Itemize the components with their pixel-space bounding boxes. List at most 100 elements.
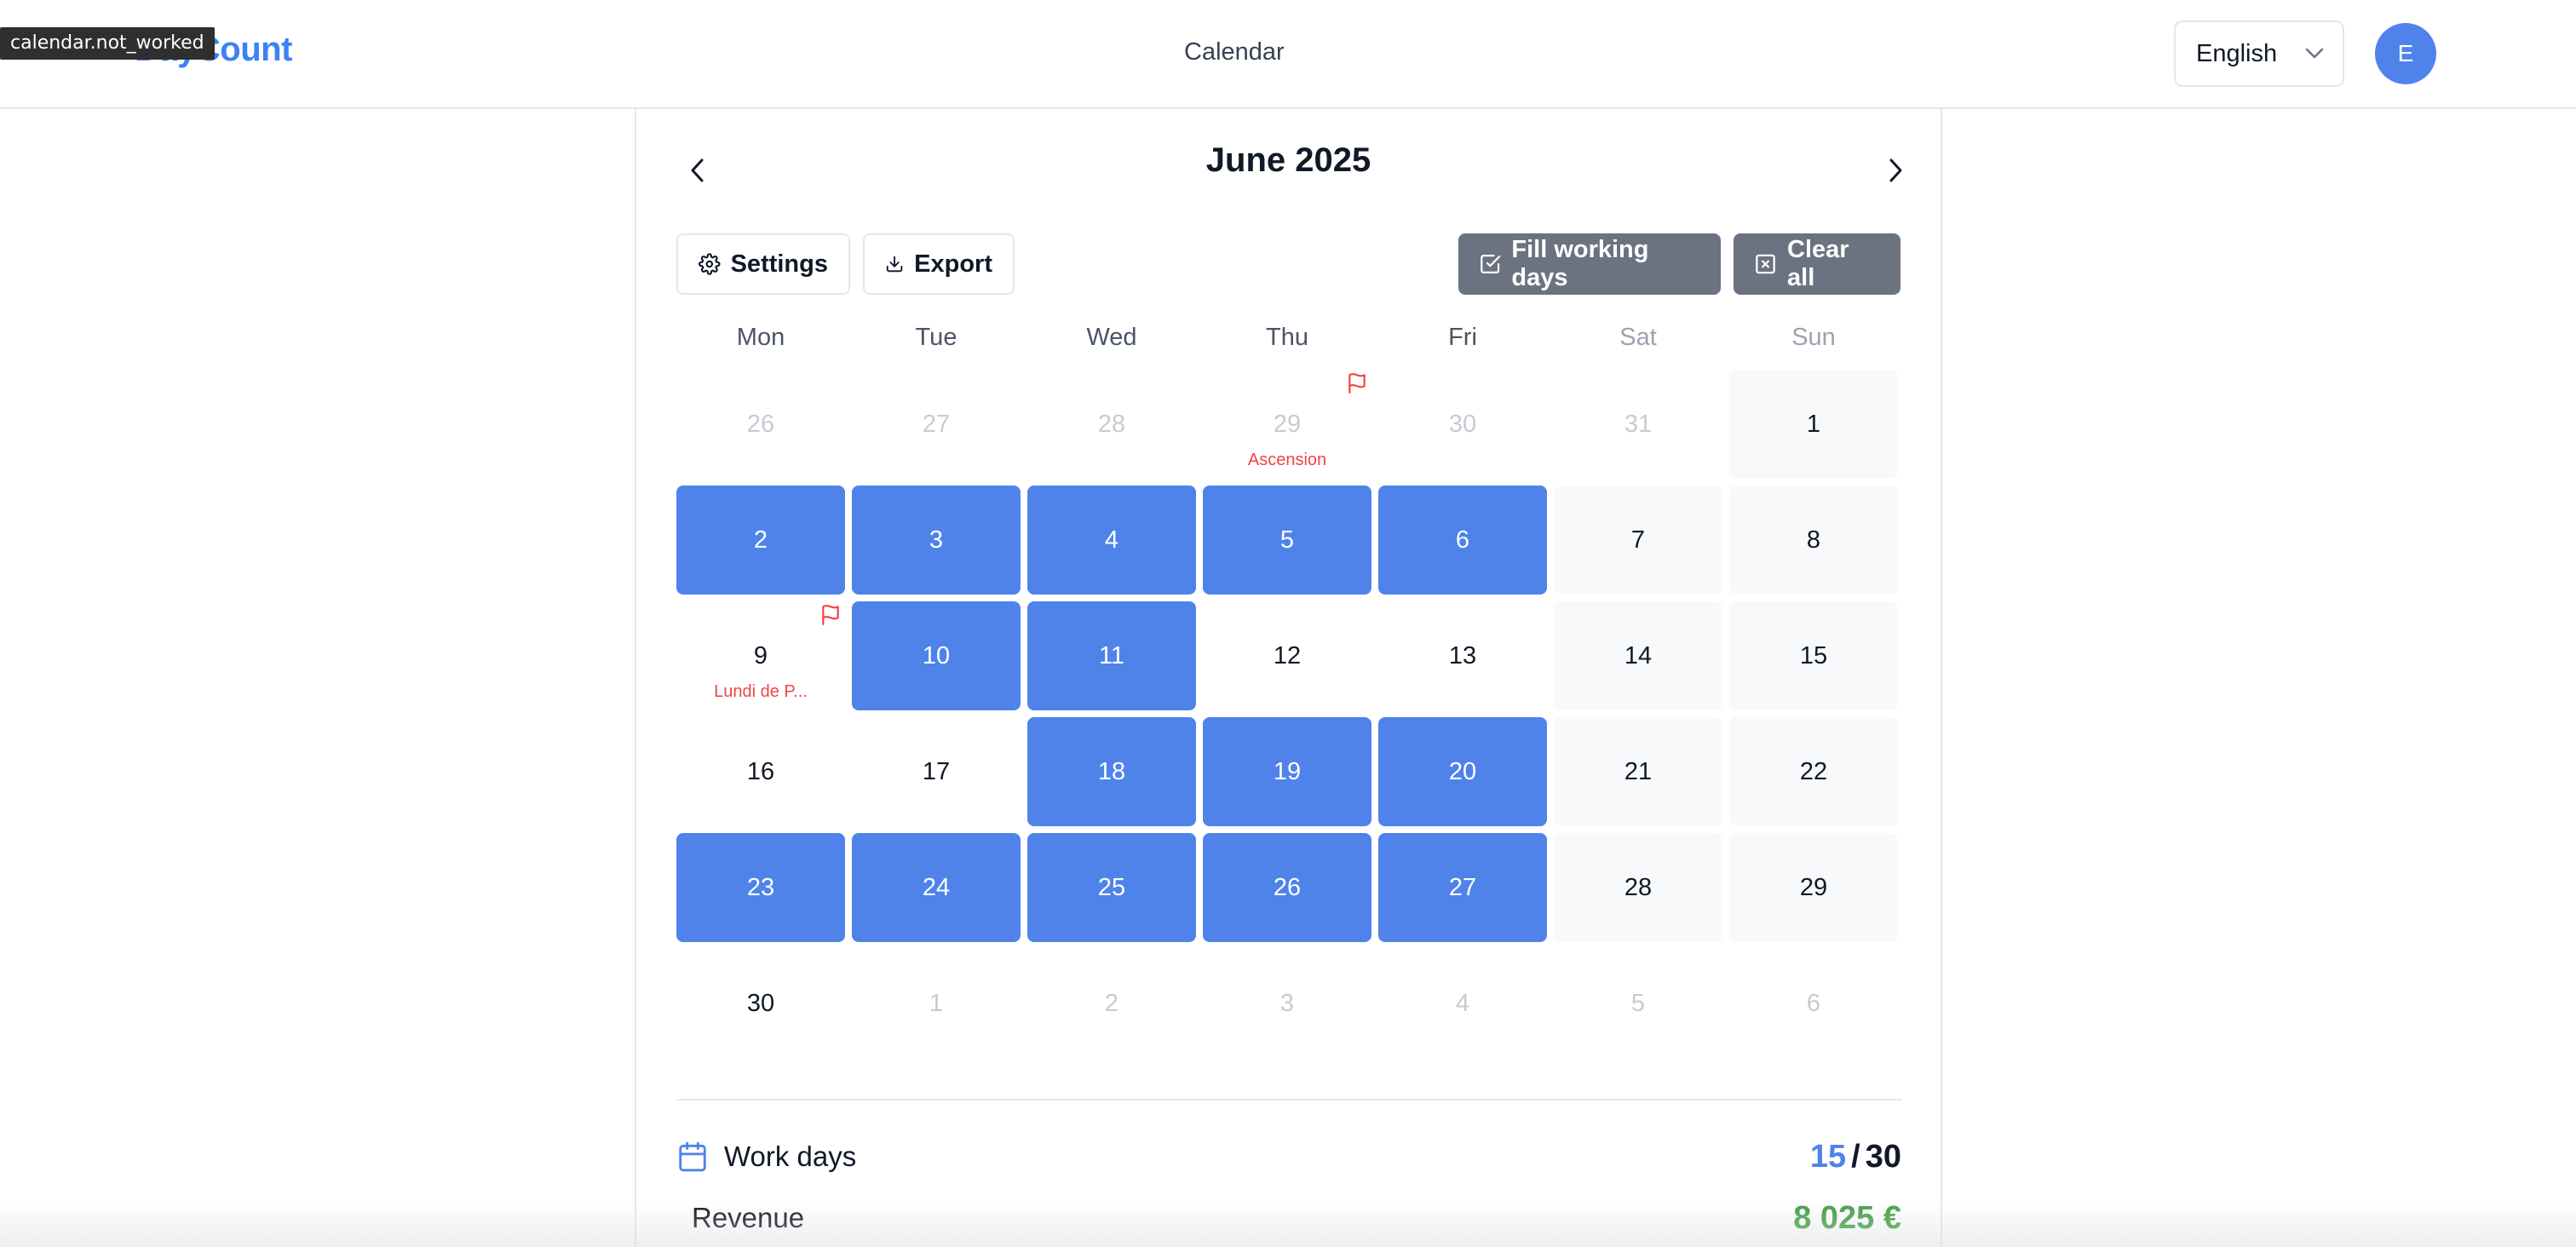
day-cell[interactable]: 6: [1378, 486, 1547, 595]
tooltip: calendar.not_worked: [0, 27, 215, 60]
day-cell[interactable]: 25: [1027, 833, 1196, 942]
day-number: 5: [1630, 989, 1646, 1017]
day-number: 28: [1097, 410, 1126, 438]
day-cell[interactable]: 12: [1203, 601, 1371, 710]
day-number: 18: [1097, 757, 1126, 785]
day-number: 6: [1806, 989, 1821, 1017]
day-cell[interactable]: 9 Lundi de P...: [676, 601, 845, 710]
weekday-header: Sat: [1619, 324, 1657, 351]
day-number: 21: [1624, 757, 1653, 785]
day-cell[interactable]: 27: [1378, 833, 1547, 942]
day-number: 2: [1104, 989, 1119, 1017]
fill-working-days-label: Fill working days: [1511, 236, 1649, 291]
day-cell[interactable]: 30: [1378, 370, 1547, 479]
day-cell[interactable]: 7: [1554, 486, 1722, 595]
weekday-header: Fri: [1448, 324, 1477, 351]
day-number: 28: [1624, 873, 1653, 901]
day-cell[interactable]: 3: [852, 486, 1021, 595]
day-number: 29: [1273, 410, 1302, 438]
day-number: 3: [929, 526, 944, 554]
day-cell[interactable]: 2: [676, 486, 845, 595]
day-cell[interactable]: 10: [852, 601, 1021, 710]
day-cell[interactable]: 6: [1729, 949, 1898, 1058]
day-number: 16: [746, 757, 775, 785]
day-cell[interactable]: 2: [1027, 949, 1196, 1058]
day-cell[interactable]: 15: [1729, 601, 1898, 710]
day-cell[interactable]: 1: [1729, 370, 1898, 479]
weekday-header: Thu: [1266, 324, 1308, 351]
day-cell[interactable]: 26: [1203, 833, 1371, 942]
day-cell[interactable]: 21: [1554, 717, 1722, 826]
day-number: 4: [1455, 989, 1470, 1017]
chevron-down-icon: [2305, 48, 2324, 59]
day-cell[interactable]: 11: [1027, 601, 1196, 710]
day-cell[interactable]: 4: [1378, 949, 1547, 1058]
day-number: 27: [922, 410, 951, 438]
day-cell[interactable]: 28: [1554, 833, 1722, 942]
download-icon: [886, 256, 903, 273]
day-cell[interactable]: 29: [1729, 833, 1898, 942]
day-cell[interactable]: 24: [852, 833, 1021, 942]
clear-all-label: Clear all: [1787, 236, 1849, 291]
gear-icon: [699, 253, 721, 275]
day-number: 25: [1097, 873, 1126, 901]
day-cell[interactable]: 16: [676, 717, 845, 826]
day-number: 30: [746, 989, 775, 1017]
day-cell[interactable]: 29 Ascension: [1203, 370, 1371, 479]
day-number: 23: [746, 873, 775, 901]
x-square-icon: [1756, 254, 1775, 274]
clear-all-button[interactable]: Clear all: [1734, 233, 1900, 295]
day-number: 22: [1799, 757, 1828, 785]
flag-icon: [1348, 373, 1366, 394]
settings-button[interactable]: Settings: [676, 233, 850, 295]
day-number: 14: [1624, 641, 1653, 669]
day-cell[interactable]: 27: [852, 370, 1021, 479]
day-number: 29: [1799, 873, 1828, 901]
calendar-panel: June 2025 Settings Export Fill working d…: [635, 109, 1942, 1247]
day-cell[interactable]: 17: [852, 717, 1021, 826]
day-cell[interactable]: 31: [1554, 370, 1722, 479]
day-cell[interactable]: 30: [676, 949, 845, 1058]
day-number: 8: [1806, 526, 1821, 554]
nav-calendar-link[interactable]: Calendar: [1184, 38, 1285, 66]
fill-working-days-button[interactable]: Fill working days: [1458, 233, 1721, 295]
day-cell[interactable]: 22: [1729, 717, 1898, 826]
day-cell[interactable]: 5: [1203, 486, 1371, 595]
user-avatar[interactable]: E: [2375, 23, 2436, 84]
day-number: 26: [1273, 873, 1302, 901]
flag-icon: [822, 605, 839, 625]
holiday-label: Lundi de P...: [714, 682, 808, 701]
day-cell[interactable]: 20: [1378, 717, 1547, 826]
day-cell[interactable]: 5: [1554, 949, 1722, 1058]
weekday-header: Tue: [915, 324, 957, 351]
day-number: 10: [922, 641, 951, 669]
day-number: 7: [1630, 526, 1646, 554]
next-month-button[interactable]: [1870, 145, 1921, 196]
day-cell[interactable]: 8: [1729, 486, 1898, 595]
day-number: 4: [1104, 526, 1119, 554]
settings-button-label: Settings: [730, 250, 828, 278]
day-cell[interactable]: 28: [1027, 370, 1196, 479]
day-number: 12: [1273, 641, 1302, 669]
day-cell[interactable]: 23: [676, 833, 845, 942]
day-cell[interactable]: 18: [1027, 717, 1196, 826]
revenue-row: Revenue 8 025 €: [676, 1192, 1901, 1244]
export-button[interactable]: Export: [863, 233, 1015, 295]
day-cell[interactable]: 14: [1554, 601, 1722, 710]
day-cell[interactable]: 1: [852, 949, 1021, 1058]
day-cell[interactable]: 26: [676, 370, 845, 479]
day-cell[interactable]: 13: [1378, 601, 1547, 710]
day-cell[interactable]: 4: [1027, 486, 1196, 595]
day-cell[interactable]: 3: [1203, 949, 1371, 1058]
day-number: 13: [1448, 641, 1477, 669]
language-select[interactable]: English: [2174, 20, 2344, 87]
work-days-label: Work days: [724, 1141, 857, 1172]
holiday-label: Ascension: [1247, 451, 1327, 469]
day-number: 1: [1806, 410, 1821, 438]
day-number: 19: [1273, 757, 1302, 785]
day-cell[interactable]: 19: [1203, 717, 1371, 826]
weekday-header: Wed: [1086, 324, 1137, 351]
work-days-separator: /: [1851, 1138, 1860, 1175]
day-number: 3: [1279, 989, 1295, 1017]
day-number: 24: [922, 873, 951, 901]
